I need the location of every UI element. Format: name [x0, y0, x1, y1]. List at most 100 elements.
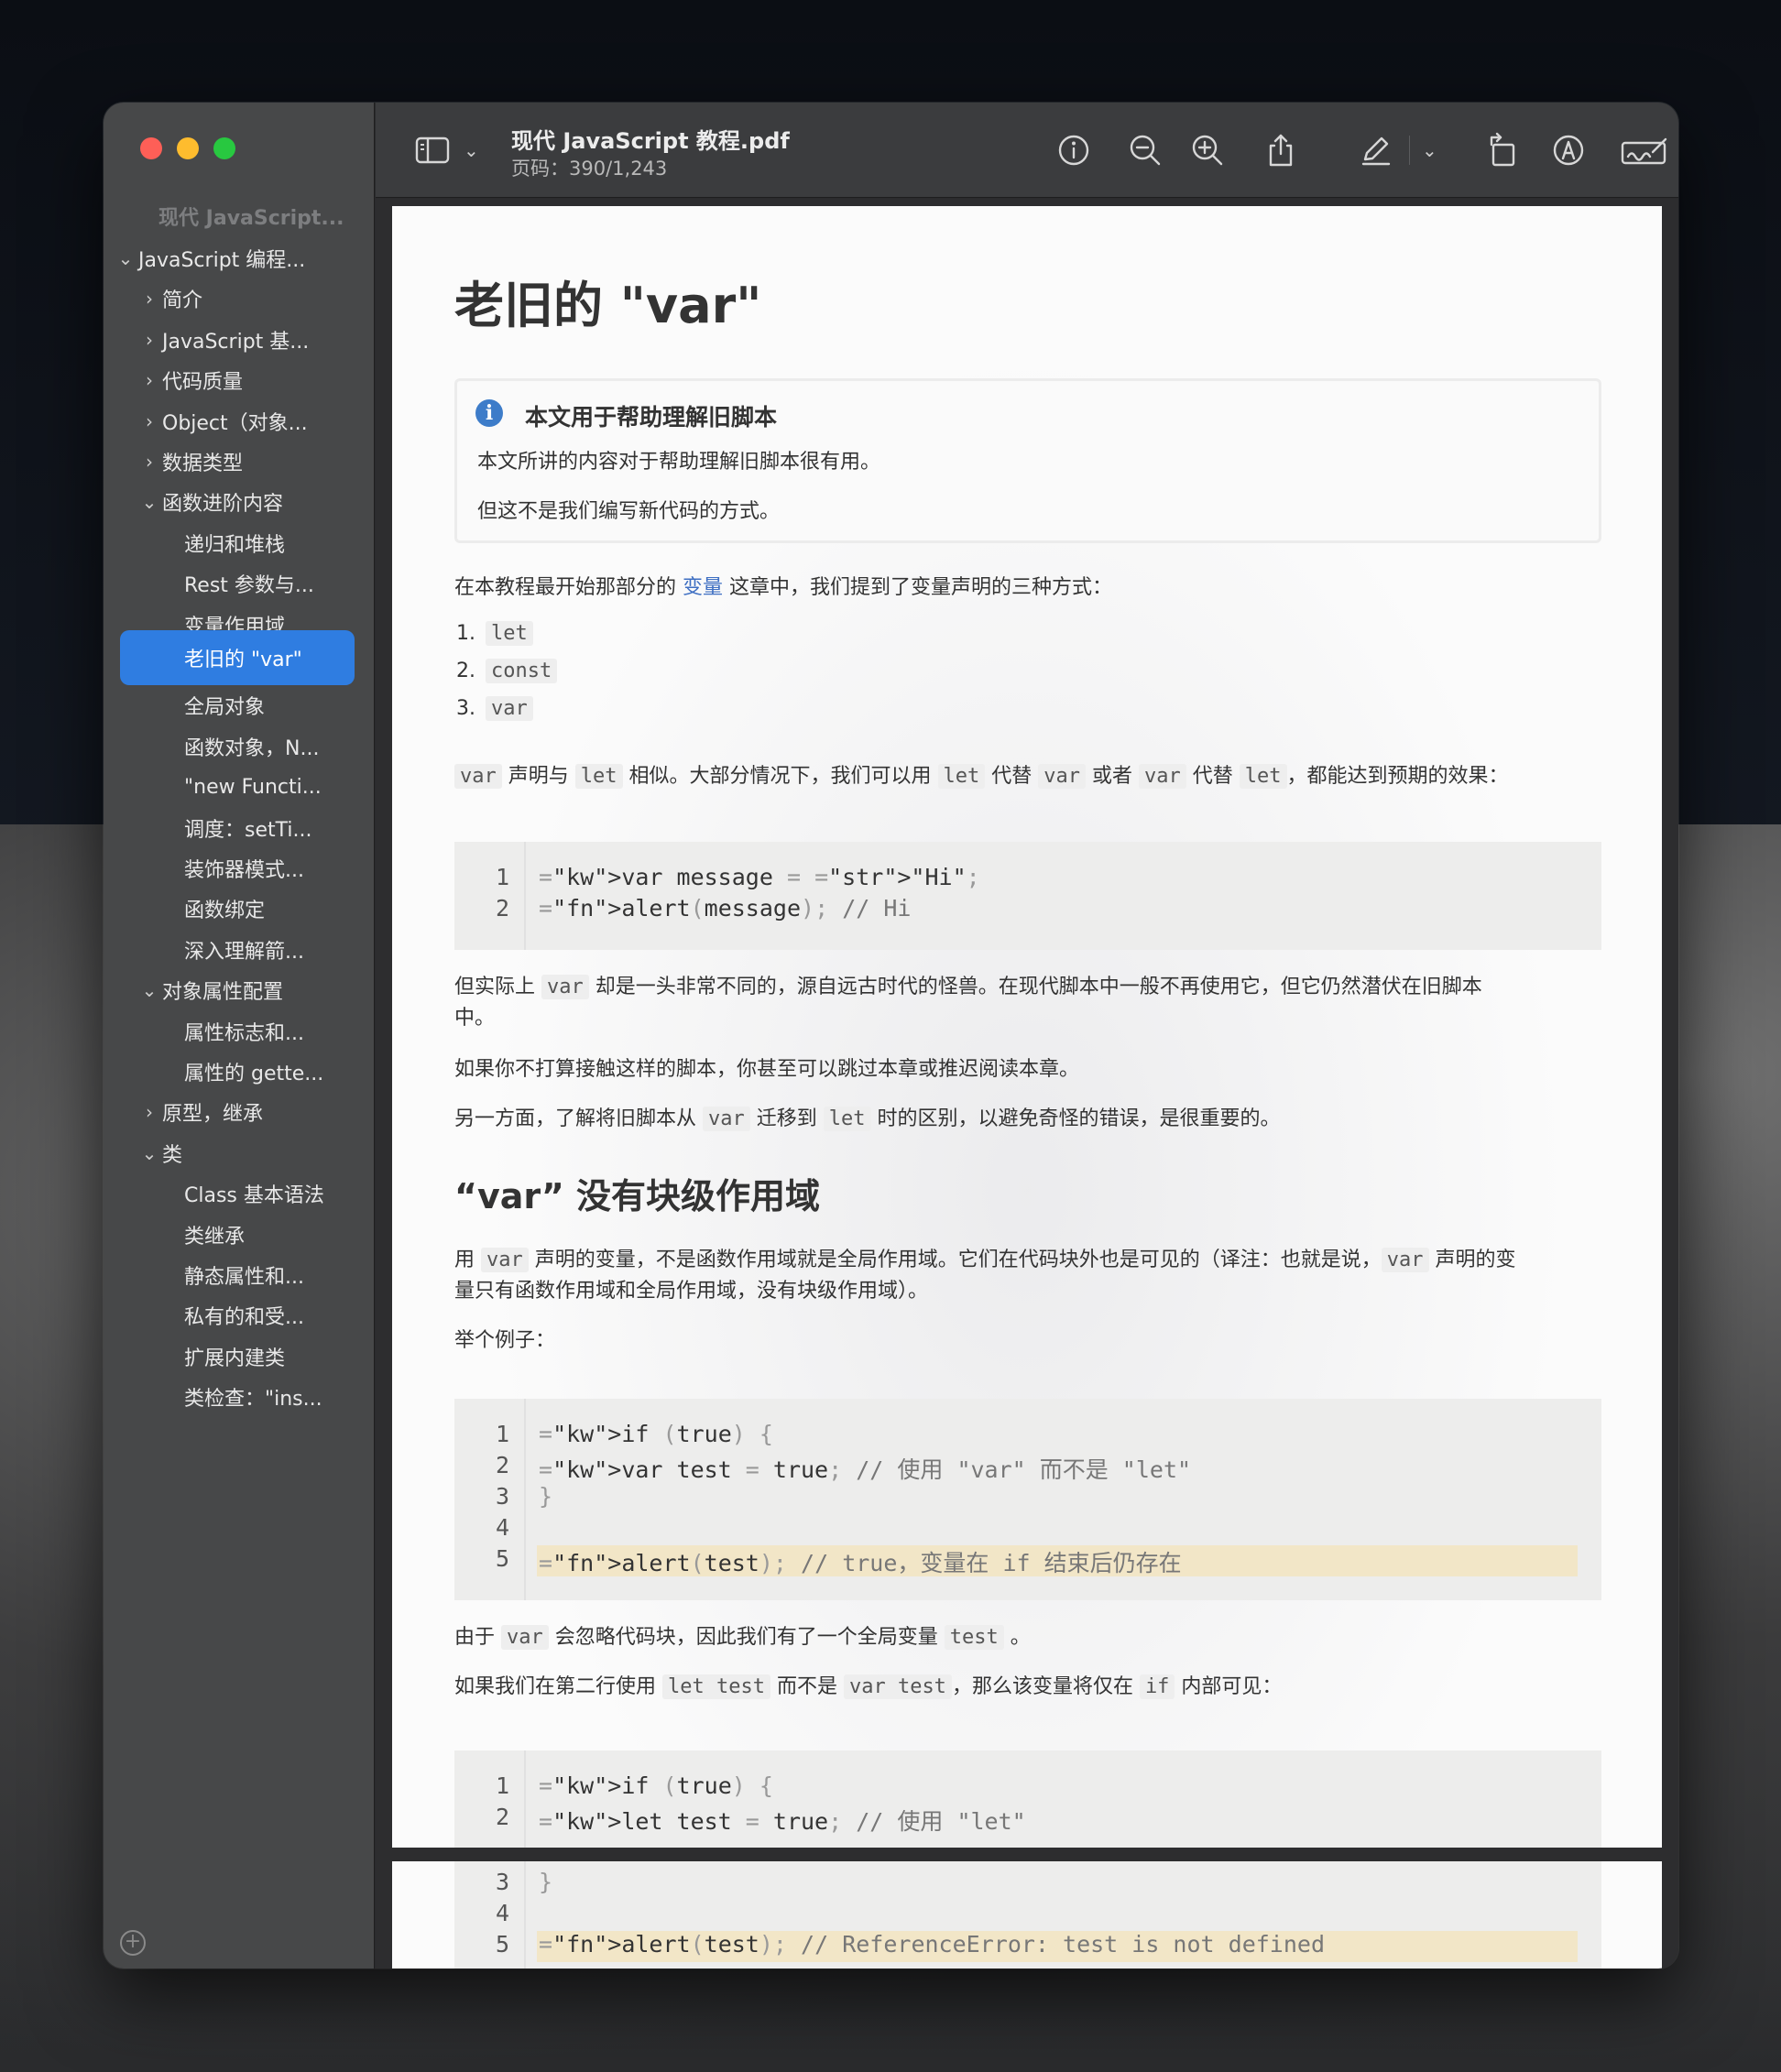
code-text: ="fn">alert(message); // Hi: [539, 895, 912, 921]
sidebar-item-label: 类检查："ins...: [184, 1388, 322, 1412]
code-text: ="kw">if (true) {: [539, 1421, 773, 1447]
code-text: ="kw">let test = true; // 使用 "let": [539, 1808, 1026, 1835]
code-block: 3} 4 5 ="fn">alert(test); // ReferenceError…: [454, 1861, 1601, 1968]
code-line: 1 ="kw">var message = ="str">"Hi";: [495, 864, 980, 890]
code-block: 1 ="kw">if (true) { 2 ="kw">var test = tru…: [454, 1399, 1601, 1600]
code-line: 5 ="fn">alert(test); // true，变量在 if 结束后仍存…: [454, 1545, 1601, 1576]
sidebar-item-label: Class 基本语法: [184, 1184, 324, 1208]
pdf-page: 老旧的 "var" i 本文用于帮助理解旧脚本 本文所讲的内容对于帮助理解旧脚本…: [392, 206, 1662, 1848]
page-title: 老旧的 "var": [454, 277, 762, 334]
paragraph-global: 由于 var 会忽略代码块，因此我们有了一个全局变量 test 。: [454, 1625, 1031, 1650]
signature-icon[interactable]: [1620, 132, 1669, 169]
sidebar-item-label: 全局对象: [184, 696, 266, 720]
sidebar-item-label: 递归和堆栈: [184, 533, 286, 557]
sidebar-item-label: 类继承: [184, 1225, 246, 1249]
callout-text: 但这不是我们编写新代码的方式。: [477, 500, 781, 523]
sidebar-item-label: 类: [162, 1143, 183, 1167]
toolbar: ⌄ 现代 JavaScript 教程.pdf 页码：390/1,243 ⌄: [376, 103, 1678, 198]
info-callout: i 本文用于帮助理解旧脚本 本文所讲的内容对于帮助理解旧脚本很有用。 但这不是我…: [454, 378, 1601, 543]
preview-window: 现代 JavaScript... ⌄ JavaScript 编程... › 简介 › Ja…: [104, 103, 1678, 1968]
sidebar-item-label: 静态属性和...: [184, 1266, 304, 1289]
code-line: 1 ="kw">if (true) {: [495, 1421, 773, 1447]
code-line: 4: [495, 1514, 509, 1541]
paragraph-similar: var 声明与 let 相似。大部分情况下，我们可以用 let 代替 var 或…: [454, 761, 1509, 792]
info-icon: i: [475, 399, 503, 427]
chevron-right-icon[interactable]: ›: [137, 451, 162, 473]
sidebar-item-label: "new Functi...: [184, 775, 322, 799]
code-line: 2 ="kw">var test = true; // 使用 "var" 而不是…: [495, 1452, 1192, 1483]
pdf-page: 3} 4 5 ="fn">alert(test); // ReferenceError…: [392, 1861, 1662, 1968]
section-heading: “var” 没有块级作用域: [454, 1176, 821, 1216]
code-text: }: [539, 1483, 553, 1510]
sidebar-item-label: 函数进阶内容: [162, 493, 284, 517]
code-text: ="kw">if (true) {: [539, 1772, 773, 1799]
sidebar-item-label: 对象属性配置: [162, 981, 284, 1005]
sidebar: 现代 JavaScript... ⌄ JavaScript 编程... › 简介 › Ja…: [104, 103, 375, 1968]
toolbar-divider: [1409, 136, 1410, 165]
sidebar-toggle-icon[interactable]: [414, 136, 451, 165]
sidebar-item-label: JavaScript 基...: [162, 330, 310, 354]
zoom-button[interactable]: [213, 137, 235, 159]
sidebar-item-label: 属性标志和...: [184, 1021, 304, 1045]
share-icon[interactable]: [1262, 132, 1299, 169]
paragraph-migrate: 另一方面，了解将旧脚本从 var 迁移到 let 时的区别，以避免奇怪的错误，是…: [454, 1107, 1281, 1131]
list-item: 2. const: [456, 659, 558, 683]
code-text: ="kw">var message = ="str">"Hi";: [539, 864, 980, 890]
code-line: 2 ="fn">alert(message); // Hi: [495, 895, 912, 921]
chevron-down-icon[interactable]: ⌄: [137, 979, 162, 1001]
annotate-icon[interactable]: [1550, 132, 1587, 169]
code-text: ="kw">var test = true; // 使用 "var" 而不是 "…: [539, 1456, 1192, 1483]
code-text: ="fn">alert(test); // ReferenceError: te…: [539, 1931, 1325, 1957]
sidebar-item[interactable]: 类检查："ins...: [158, 1369, 322, 1424]
plus-circle-icon[interactable]: +: [120, 1930, 146, 1956]
paragraph-example: 举个例子：: [454, 1329, 556, 1352]
sidebar-item-label: 属性的 gette...: [184, 1063, 324, 1085]
close-button[interactable]: [140, 137, 162, 159]
list-item: 1. let: [456, 621, 533, 646]
chevron-right-icon[interactable]: ›: [137, 288, 162, 310]
chevron-down-icon[interactable]: ⌄: [464, 139, 479, 161]
info-icon[interactable]: [1055, 132, 1092, 169]
callout-text: 本文所讲的内容对于帮助理解旧脚本很有用。: [477, 451, 881, 474]
chevron-right-icon[interactable]: ›: [137, 410, 162, 432]
chevron-right-icon[interactable]: ›: [137, 369, 162, 391]
sidebar-item-label: 函数绑定: [184, 900, 266, 923]
document-view[interactable]: 老旧的 "var" i 本文用于帮助理解旧脚本 本文所讲的内容对于帮助理解旧脚本…: [376, 199, 1678, 1968]
sidebar-item-label: 代码质量: [162, 371, 244, 395]
sidebar-doc-title: 现代 JavaScript...: [158, 207, 344, 230]
sidebar-item-label: 私有的和受...: [184, 1306, 304, 1330]
sidebar-item-label: 函数对象，N...: [184, 736, 320, 760]
sidebar-item-label: Object（对象...: [162, 411, 308, 435]
paragraph-skip: 如果你不打算接触这样的脚本，你甚至可以跳过本章或推迟阅读本章。: [454, 1058, 1080, 1081]
page-indicator: 页码：390/1,243: [511, 158, 668, 180]
chevron-right-icon[interactable]: ›: [137, 1101, 162, 1123]
callout-title: 本文用于帮助理解旧脚本: [525, 404, 778, 431]
paragraph-scope: 用 var 声明的变量，不是函数作用域就是全局作用域。它们在代码块外也是可见的（…: [454, 1248, 1516, 1272]
zoom-out-icon[interactable]: [1127, 132, 1164, 169]
code-text: ="fn">alert(test); // true，变量在 if 结束后仍存在: [539, 1550, 1182, 1576]
sidebar-item-label: 深入理解箭...: [184, 940, 304, 964]
code-text: }: [539, 1869, 553, 1895]
variables-link[interactable]: 变量: [683, 576, 723, 599]
code-block: 1 ="kw">var message = ="str">"Hi"; 2 ="fn">…: [454, 842, 1601, 950]
rotate-icon[interactable]: [1484, 132, 1521, 169]
code-line: 3}: [495, 1869, 553, 1895]
window-controls: [140, 137, 235, 159]
markup-pen-icon[interactable]: [1358, 132, 1394, 169]
sidebar-item[interactable]: 老旧的 "var": [120, 630, 355, 685]
sidebar-item-label: Rest 参数与...: [184, 574, 314, 598]
chevron-down-icon[interactable]: ⌄: [137, 491, 162, 513]
zoom-in-icon[interactable]: [1189, 132, 1226, 169]
minimize-button[interactable]: [177, 137, 199, 159]
chevron-down-icon[interactable]: ⌄: [113, 247, 138, 269]
code-line: 1 ="kw">if (true) {: [495, 1772, 773, 1799]
chevron-right-icon[interactable]: ›: [137, 329, 162, 351]
paragraph-second-line: 如果我们在第二行使用 let test 而不是 var test ，那么该变量将仅…: [454, 1674, 1283, 1699]
sidebar-item-label: 调度：setTi...: [184, 818, 312, 842]
code-block: 1 ="kw">if (true) {2 ="kw">let test = tru…: [454, 1750, 1601, 1848]
sidebar-item-label: 数据类型: [162, 453, 244, 475]
chevron-down-icon[interactable]: ⌄: [1422, 139, 1437, 161]
sidebar-item-label: 原型，继承: [162, 1103, 264, 1127]
chevron-down-icon[interactable]: ⌄: [137, 1142, 162, 1164]
paragraph-beast-cont: 中。: [454, 1007, 496, 1030]
